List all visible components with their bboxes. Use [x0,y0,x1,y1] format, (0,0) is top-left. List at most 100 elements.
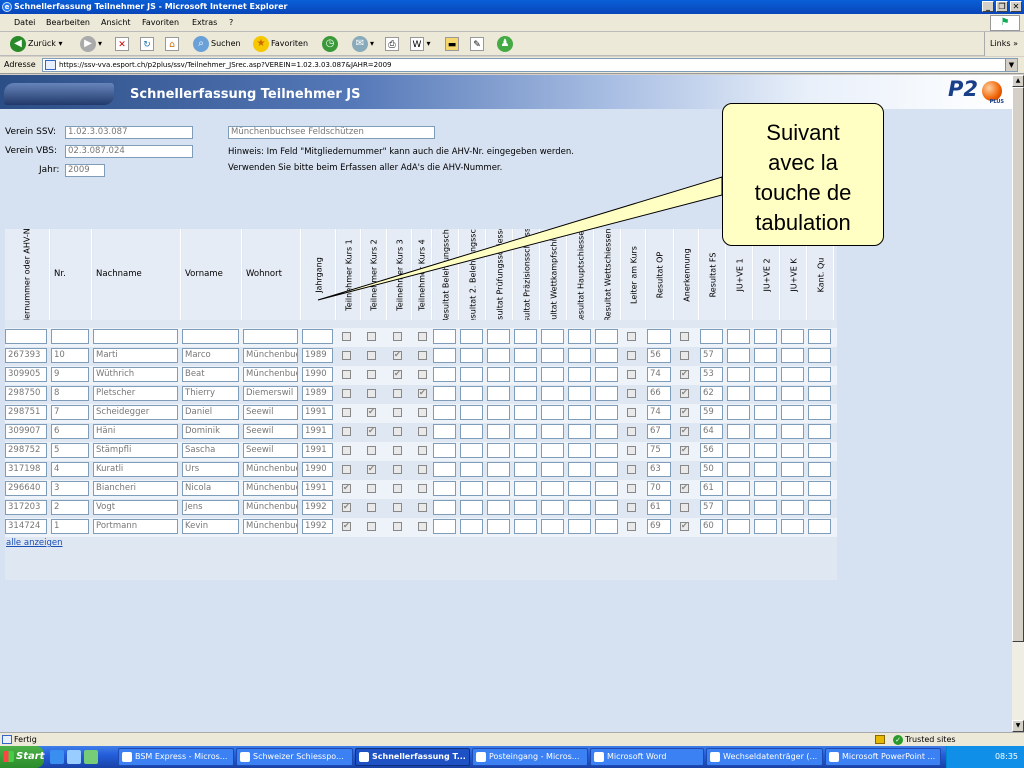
links-button[interactable]: Links » [984,32,1024,56]
address-label: Adresse [4,60,36,69]
task-app-icon [476,752,486,762]
stop-button[interactable]: ✕ [115,35,129,53]
home-button[interactable]: ⌂ [165,35,179,53]
refresh-button[interactable]: ↻ [140,35,154,53]
favorites-label: Favoriten [271,39,309,48]
menu-ansicht[interactable]: Ansicht [101,18,131,27]
scroll-thumb[interactable] [1012,87,1024,642]
start-button[interactable]: Start [0,746,44,768]
window-titlebar: e Schnellerfassung Teilnehmer JS - Micro… [0,0,1024,14]
research-icon: ✎ [470,36,484,51]
task-label: BSM Express - Micros... [135,752,228,761]
task-label: Schweizer Schiesspo... [253,752,344,761]
taskbar-task[interactable]: Posteingang - Micros... [472,748,588,766]
callout-line-2: avec la [768,150,838,175]
task-label: Posteingang - Micros... [489,752,580,761]
stop-icon: ✕ [115,36,129,51]
taskbar-task[interactable]: Wechseldatenträger (... [706,748,823,766]
star-icon: ★ [253,35,269,52]
address-bar: Adresse https://ssv-vva.esport.ch/p2plus… [0,57,1024,74]
task-app-icon [594,752,604,762]
maximize-button[interactable]: ❐ [996,1,1008,12]
history-icon: ◷ [322,35,338,52]
close-button[interactable]: ✕ [1010,1,1022,12]
clock: 08:35 [994,752,1018,761]
app-quicklaunch-icon[interactable] [84,750,98,764]
status-bar: Fertig ✓ Trusted sites [0,732,1024,746]
research-button[interactable]: ✎ [470,35,484,53]
menu-datei[interactable]: Datei [14,18,35,27]
favorites-button[interactable]: ★ Favoriten [253,35,308,53]
callout-pointer [317,176,723,301]
print-icon: ⎙ [385,36,399,51]
task-app-icon [710,752,720,762]
task-app-icon [359,752,369,762]
back-button[interactable]: ◀ Zurück ▾ [10,35,63,53]
task-app-icon [240,752,250,762]
folder-icon: ▬ [445,36,459,51]
messenger-button[interactable]: ♟ [497,35,515,53]
page-icon [45,60,56,70]
taskbar-task[interactable]: Schweizer Schiesspo... [236,748,353,766]
task-label: Microsoft Word [607,752,667,761]
forward-arrow-icon: ▶ [80,35,96,52]
back-arrow-icon: ◀ [10,35,26,52]
taskbar-task[interactable]: BSM Express - Micros... [118,748,234,766]
links-label: Links [990,39,1011,48]
home-icon: ⌂ [165,36,179,51]
trusted-check-icon: ✓ [893,735,903,745]
windows-logo-icon: ⚑ [990,15,1020,31]
status-page-icon [2,735,12,744]
start-label: Start [16,751,45,762]
menu-bar: Datei Bearbeiten Ansicht Favoriten Extra… [0,14,1024,32]
minimize-button[interactable]: _ [982,1,994,12]
menu-help[interactable]: ? [229,18,233,27]
edit-icon: W [410,36,424,51]
callout-line-3: touche de [754,180,852,205]
callout-line-1: Suivant [766,120,840,145]
mail-icon: ✉ [352,35,368,52]
forward-button[interactable]: ▶ ▾ [80,35,102,53]
scroll-down-icon[interactable]: ▼ [1012,720,1024,732]
mail-button[interactable]: ✉ ▾ [352,35,374,53]
browser-toolbar: ◀ Zurück ▾ ▶ ▾ ✕ ↻ ⌂ ⌕ Suchen ★ Favoriten ◷ … [0,32,1024,56]
address-url: https://ssv-vva.esport.ch/p2plus/ssv/Tei… [59,61,392,69]
window-title: Schnellerfassung Teilnehmer JS - Microso… [14,2,288,11]
taskbar-task[interactable]: Microsoft Word [590,748,704,766]
tab-hint-callout: Suivant avec la touche de tabulation [722,103,884,246]
windows-taskbar: Start BSM Express - Micros... Schweizer S… [0,746,1024,768]
search-label: Suchen [211,39,241,48]
task-label: Wechseldatenträger (... [723,752,818,761]
task-label: Schnellerfassung T... [372,752,466,761]
address-input[interactable]: https://ssv-vva.esport.ch/p2plus/ssv/Tei… [42,58,1018,72]
print-button[interactable]: ⎙ [385,35,399,53]
scroll-up-icon[interactable]: ▲ [1012,75,1024,87]
ie-quicklaunch-icon[interactable] [50,750,64,764]
back-label: Zurück [28,39,56,48]
desktop-quicklaunch-icon[interactable] [67,750,81,764]
vertical-scrollbar[interactable]: ▲ ▼ [1012,75,1024,732]
system-tray: 08:35 [946,746,1024,768]
messenger-icon: ♟ [497,35,513,52]
address-dropdown-icon[interactable]: ▼ [1005,59,1017,71]
task-label: Microsoft PowerPoint ... [842,752,936,761]
edit-button[interactable]: W ▾ [410,35,431,53]
task-app-icon [122,752,132,762]
taskbar-task[interactable]: Microsoft PowerPoint ... [825,748,941,766]
search-button[interactable]: ⌕ Suchen [193,35,241,53]
refresh-icon: ↻ [140,36,154,51]
lock-icon [875,735,885,744]
menu-extras[interactable]: Extras [192,18,217,27]
page-content: Schnellerfassung Teilnehmer JS P2 PLUS V… [0,75,1012,732]
taskbar-task[interactable]: Schnellerfassung T... [355,748,470,766]
ie-icon: e [2,2,12,12]
callout-line-4: tabulation [755,210,851,235]
search-icon: ⌕ [193,35,209,52]
start-flag-icon [3,751,14,762]
history-button[interactable]: ◷ [322,35,340,53]
menu-bearbeiten[interactable]: Bearbeiten [46,18,90,27]
menu-favoriten[interactable]: Favoriten [142,18,179,27]
security-zone: Trusted sites [905,735,956,744]
folder-button[interactable]: ▬ [445,35,459,53]
status-text: Fertig [14,735,37,744]
